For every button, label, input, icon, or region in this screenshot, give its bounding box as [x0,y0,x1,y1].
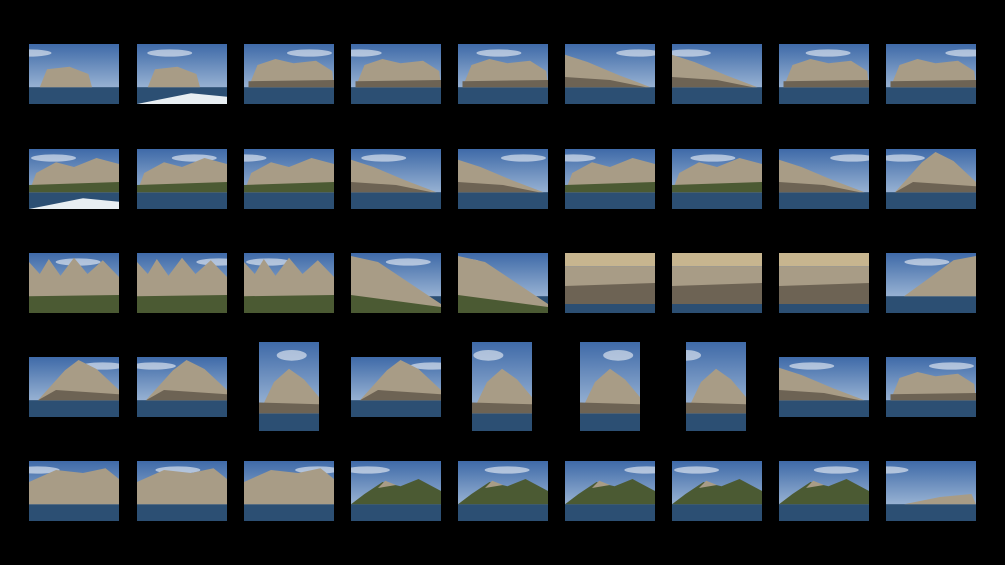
photo-thumbnail[interactable] [244,149,334,209]
photo-thumbnail[interactable] [244,461,334,521]
photo-thumbnail[interactable] [351,461,441,521]
contact-sheet [0,0,1005,565]
photo-thumbnail[interactable] [886,149,976,209]
photo-thumbnail[interactable] [137,44,227,104]
photo-thumbnail[interactable] [672,44,762,104]
photo-thumbnail[interactable] [672,149,762,209]
photo-thumbnail[interactable] [672,461,762,521]
photo-thumbnail[interactable] [779,44,869,104]
photo-thumbnail[interactable] [351,253,441,313]
photo-thumbnail[interactable] [29,357,119,417]
photo-thumbnail[interactable] [244,253,334,313]
photo-thumbnail[interactable] [779,149,869,209]
photo-thumbnail[interactable] [565,253,655,313]
photo-thumbnail[interactable] [458,461,548,521]
photo-thumbnail[interactable] [351,44,441,104]
photo-thumbnail[interactable] [672,253,762,313]
photo-thumbnail[interactable] [580,342,640,431]
photo-thumbnail[interactable] [137,253,227,313]
photo-thumbnail[interactable] [779,357,869,417]
photo-thumbnail[interactable] [686,342,746,431]
photo-thumbnail[interactable] [886,253,976,313]
photo-thumbnail[interactable] [779,461,869,521]
photo-thumbnail[interactable] [472,342,532,431]
photo-thumbnail[interactable] [565,149,655,209]
photo-thumbnail[interactable] [351,149,441,209]
photo-thumbnail[interactable] [29,253,119,313]
photo-thumbnail[interactable] [886,44,976,104]
photo-thumbnail[interactable] [137,461,227,521]
photo-thumbnail[interactable] [886,461,976,521]
photo-thumbnail[interactable] [244,44,334,104]
photo-thumbnail[interactable] [458,253,548,313]
photo-thumbnail[interactable] [351,357,441,417]
photo-thumbnail[interactable] [29,149,119,209]
photo-thumbnail[interactable] [259,342,319,431]
photo-thumbnail[interactable] [886,357,976,417]
photo-thumbnail[interactable] [29,44,119,104]
photo-thumbnail[interactable] [458,44,548,104]
photo-thumbnail[interactable] [137,149,227,209]
photo-thumbnail[interactable] [565,461,655,521]
photo-thumbnail[interactable] [458,149,548,209]
photo-thumbnail[interactable] [565,44,655,104]
photo-thumbnail[interactable] [779,253,869,313]
photo-thumbnail[interactable] [29,461,119,521]
photo-thumbnail[interactable] [137,357,227,417]
